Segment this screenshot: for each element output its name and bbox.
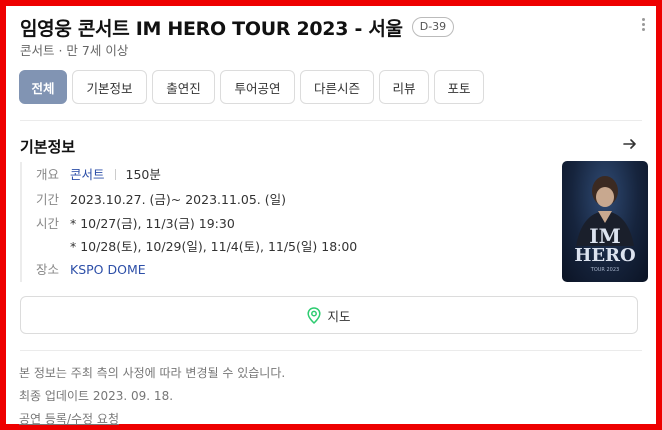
- basic-info-list: 개요 콘서트 150분 기간 2023.10.27. (금)~ 2023.11.05.…: [20, 162, 548, 282]
- time-line-1: * 10/27(금), 11/3(금) 19:30: [70, 216, 235, 231]
- dday-badge: D-39: [411, 17, 455, 37]
- runtime: 150분: [125, 167, 161, 182]
- venue-label: 장소: [36, 262, 60, 277]
- concert-poster[interactable]: IM HERO TOUR 2023: [562, 161, 648, 282]
- page-title: 임영웅 콘서트 IM HERO TOUR 2023 - 서울: [20, 17, 403, 40]
- time-label: 시간: [36, 216, 60, 231]
- tab-bar: 전체 기본정보 출연진 투어공연 다른시즌 리뷰 포토: [19, 70, 489, 104]
- map-button[interactable]: 지도: [20, 296, 638, 334]
- tab-all[interactable]: 전체: [19, 70, 67, 104]
- edit-request-link[interactable]: 공연 등록/수정 요청: [19, 410, 119, 427]
- subtitle: 콘서트 · 만 7세 이상: [20, 43, 129, 58]
- map-pin-icon: [307, 306, 322, 324]
- time-line-2: * 10/28(토), 10/29(일), 11/4(토), 11/5(일) 1…: [70, 239, 358, 254]
- genre-link[interactable]: 콘서트: [70, 167, 105, 182]
- poster-art: IM HERO TOUR 2023: [574, 176, 636, 273]
- last-updated: 최종 업데이트 2023. 09. 18.: [19, 389, 174, 403]
- divider: [20, 120, 642, 121]
- period-row: 기간 2023.10.27. (금)~ 2023.11.05. (일): [36, 189, 286, 208]
- arrow-right-icon[interactable]: [622, 136, 638, 152]
- venue-row: 장소 KSPO DOME: [36, 259, 146, 278]
- section-title: 기본정보: [20, 138, 76, 156]
- tab-reviews[interactable]: 리뷰: [379, 70, 429, 104]
- poster-tour-text: TOUR 2023: [590, 267, 619, 273]
- poster-title-line-2: HERO: [574, 245, 635, 266]
- info-card: 임영웅 콘서트 IM HERO TOUR 2023 - 서울 D-39 콘서트 …: [12, 12, 650, 426]
- more-vertical-icon[interactable]: [640, 16, 646, 34]
- notice-text: 본 정보는 주최 측의 사정에 따라 변경될 수 있습니다.: [19, 366, 286, 380]
- overview-label: 개요: [36, 167, 60, 182]
- period-label: 기간: [36, 192, 60, 207]
- time-row-2: * 10/28(토), 10/29(일), 11/4(토), 11/5(일) 1…: [36, 236, 357, 255]
- period-value: 2023.10.27. (금)~ 2023.11.05. (일): [70, 192, 286, 207]
- map-button-label: 지도: [327, 308, 351, 324]
- tab-cast[interactable]: 출연진: [152, 70, 215, 104]
- tab-photos[interactable]: 포토: [434, 70, 484, 104]
- tab-tour[interactable]: 투어공연: [220, 70, 295, 104]
- tab-other-seasons[interactable]: 다른시즌: [300, 70, 374, 104]
- screenshot-frame: 임영웅 콘서트 IM HERO TOUR 2023 - 서울 D-39 콘서트 …: [0, 0, 662, 430]
- tab-basic-info[interactable]: 기본정보: [72, 70, 147, 104]
- divider: [20, 350, 642, 351]
- overview-row: 개요 콘서트 150분: [36, 164, 161, 183]
- venue-link[interactable]: KSPO DOME: [70, 262, 146, 277]
- title-row: 임영웅 콘서트 IM HERO TOUR 2023 - 서울 D-39: [20, 14, 640, 40]
- separator: [114, 169, 116, 180]
- time-row: 시간 * 10/27(금), 11/3(금) 19:30: [36, 213, 235, 232]
